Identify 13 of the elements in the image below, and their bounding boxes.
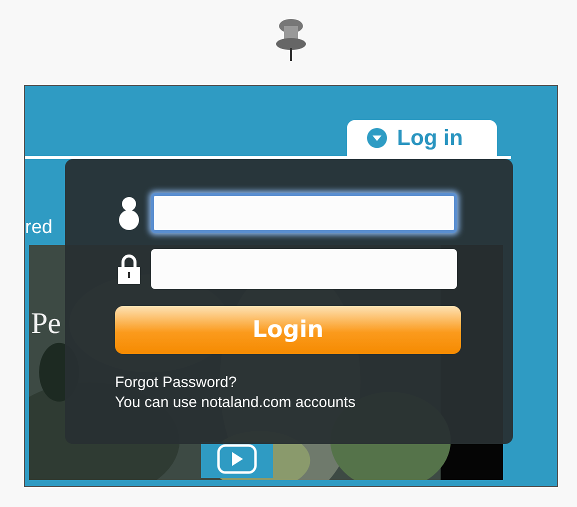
forgot-password-link[interactable]: Forgot Password? xyxy=(115,374,237,391)
login-button[interactable]: Login xyxy=(115,306,461,354)
banner-text: red xyxy=(25,217,52,239)
password-field[interactable] xyxy=(151,249,457,289)
login-tab[interactable]: Log in xyxy=(347,120,497,156)
info-text: You can use notaland.com accounts xyxy=(115,394,356,411)
play-button[interactable] xyxy=(201,442,273,478)
play-icon xyxy=(217,444,257,474)
caret-icon xyxy=(367,128,387,148)
video-title: Pe xyxy=(31,307,61,341)
lock-icon xyxy=(117,253,141,285)
username-field[interactable] xyxy=(151,193,457,233)
user-icon xyxy=(118,196,140,230)
